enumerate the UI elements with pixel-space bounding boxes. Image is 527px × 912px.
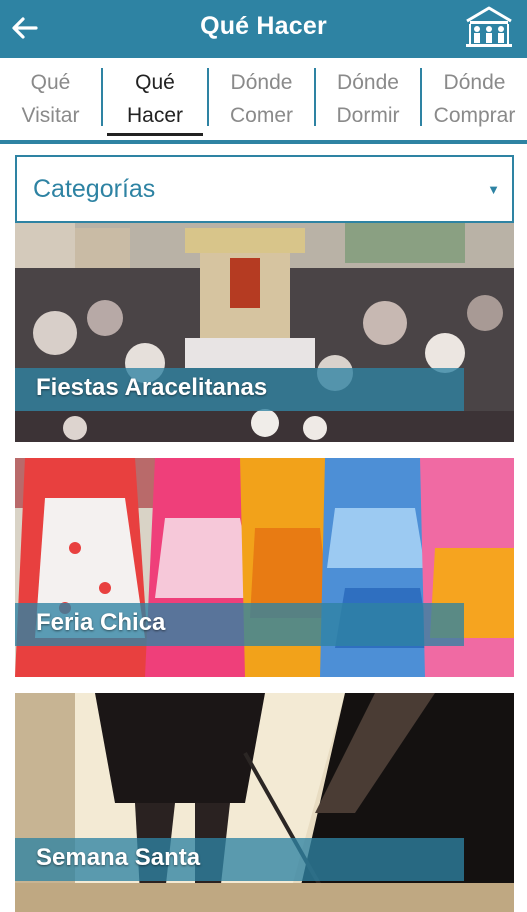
card-title: Feria Chica [36,609,166,636]
tab-label-line1: Qué [135,71,175,94]
app-bar: Qué Hacer [0,0,527,58]
tab-label-line2: Comprar [433,104,516,127]
activity-card[interactable]: Feria Chica [15,458,514,677]
tab-que-visitar[interactable]: Qué Visitar [0,58,101,140]
tab-que-hacer[interactable]: Qué Hacer [103,58,207,140]
category-dropdown[interactable]: Categorías ▼ [15,155,514,223]
tab-label-line1: Dónde [230,71,293,94]
card-title: Fiestas Aracelitanas [36,374,268,401]
tab-label-line1: Qué [30,71,71,94]
tab-donde-comprar[interactable]: Dónde Comprar [422,58,527,140]
tab-label-line2: Dormir [336,104,400,127]
tab-label-line1: Dónde [443,71,506,94]
dropdown-triangle-icon: ▼ [487,182,500,197]
card-title: Semana Santa [36,844,201,871]
tab-bar: Qué Visitar Qué Hacer Dónde Comer Dónde … [0,58,527,144]
town-hall-logo-icon[interactable] [463,5,515,49]
tab-label-line2: Visitar [21,104,80,127]
activity-card[interactable]: Fiestas Aracelitanas [15,223,514,442]
tab-donde-comer[interactable]: Dónde Comer [209,58,314,140]
page-title: Qué Hacer [200,12,327,40]
dropdown-label: Categorías [33,175,156,203]
tab-label-line1: Dónde [337,71,399,94]
active-tab-indicator [107,133,203,136]
tab-label-line2: Hacer [126,104,184,127]
tab-label-line2: Comer [229,104,293,127]
tab-donde-dormir[interactable]: Dónde Dormir [316,58,420,140]
activity-card[interactable]: Semana Santa [15,693,514,912]
